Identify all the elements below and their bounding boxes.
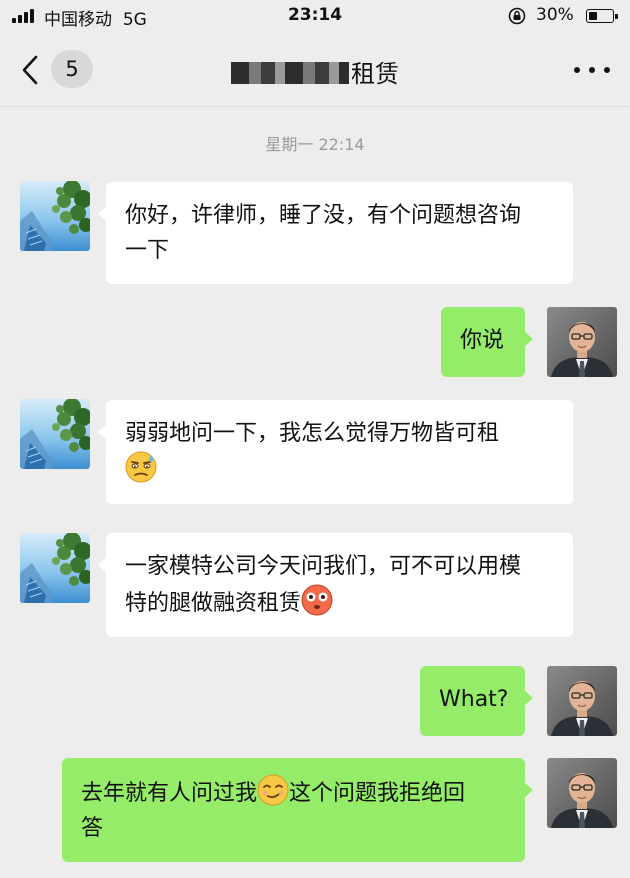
smirk-emoji-icon — [257, 774, 289, 806]
outgoing-message-bubble[interactable]: 你说 — [441, 307, 533, 377]
message-text: 答 — [81, 816, 104, 841]
message-text: 你好，许律师，睡了没，有个问题想咨询 — [125, 203, 522, 228]
message-text: 特的腿做融资租赁 — [125, 591, 302, 616]
chat-header: 5 租赁 — [0, 34, 630, 107]
incoming-message-bubble[interactable]: 弱弱地问一下，我怎么觉得万物皆可租 — [98, 400, 573, 504]
message-timestamp: 星期一 22:14 — [265, 135, 365, 154]
battery-icon — [586, 9, 618, 23]
chat-title: 租赁 — [0, 54, 630, 89]
message-text: 一下 — [125, 238, 170, 263]
message-text: What? — [439, 687, 509, 712]
message-text: 一家模特公司今天问我们，可不可以用模 — [125, 554, 522, 579]
my-avatar[interactable] — [547, 307, 617, 377]
contact-avatar[interactable] — [20, 533, 90, 603]
sweat-smile-emoji-icon — [125, 451, 157, 483]
message-text: 这个问题我拒绝回 — [289, 781, 466, 806]
message-text: 弱弱地问一下，我怎么觉得万物皆可租 — [125, 421, 500, 446]
redacted-name-block — [231, 62, 349, 84]
outgoing-message-bubble[interactable]: 去年就有人问过我 这个问题我拒绝回答 — [62, 758, 533, 862]
message-text: 去年就有人问过我 — [81, 781, 258, 806]
incoming-message-bubble[interactable]: 你好，许律师，睡了没，有个问题想咨询 一下 — [98, 182, 573, 284]
chat-title-text: 租赁 — [351, 60, 399, 88]
battery-percent: 30% — [536, 5, 574, 25]
flushed-emoji-icon — [301, 584, 333, 616]
incoming-message-bubble[interactable]: 一家模特公司今天问我们，可不可以用模 特的腿做融资租赁 — [98, 533, 573, 637]
rotation-lock-icon — [508, 7, 526, 25]
contact-avatar[interactable] — [20, 181, 90, 251]
status-bar: 中国移动 5G 23:14 30% — [0, 0, 630, 34]
more-dots-icon[interactable] — [574, 67, 610, 75]
my-avatar[interactable] — [547, 666, 617, 736]
my-avatar[interactable] — [547, 758, 617, 828]
message-text: 你说 — [460, 328, 505, 353]
contact-avatar[interactable] — [20, 399, 90, 469]
outgoing-message-bubble[interactable]: What? — [420, 666, 533, 736]
